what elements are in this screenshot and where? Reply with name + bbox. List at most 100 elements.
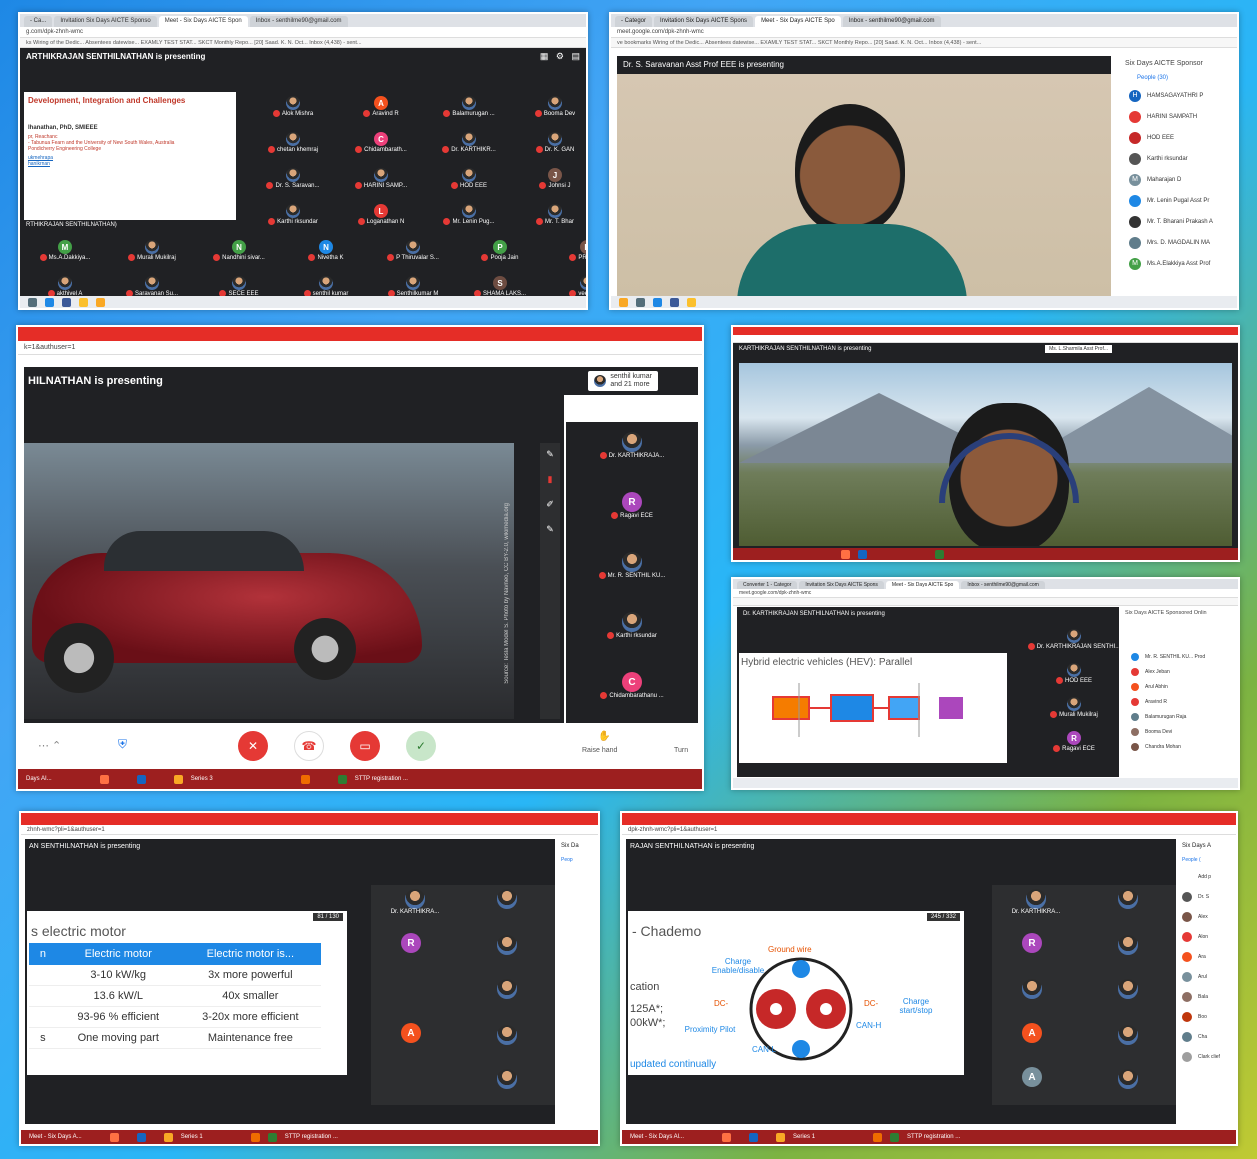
people-list-item[interactable]: Alon — [1178, 927, 1236, 947]
excel-icon[interactable] — [890, 1132, 900, 1142]
raise-hand-label[interactable]: Raise hand — [582, 747, 617, 754]
taskbar-item[interactable]: Series 1 — [181, 1134, 203, 1140]
tab-active[interactable]: Meet - Six Days AICTE Spo — [885, 581, 960, 589]
people-list-item[interactable]: Mr. Lenin Pugal Asst Pr — [1119, 190, 1237, 211]
people-list-item[interactable]: Mr. T. Bharani Prakash A — [1119, 211, 1237, 232]
people-list-item[interactable]: H HAMSAGAYATHRI P — [1119, 85, 1237, 106]
address-bar[interactable]: dpk-zhnh-wmc?pli=1&authuser=1 — [622, 825, 1236, 835]
address-bar[interactable]: meet.google.com/dpk-zhnh-wmc — [733, 589, 1238, 598]
present-button[interactable]: ✓ — [406, 731, 436, 761]
people-list-item[interactable]: Boo — [1178, 1007, 1236, 1027]
tab[interactable]: Inbox - senthilme90@gmail.com — [842, 16, 941, 27]
tab[interactable]: Inbox - senthilme90@gmail.com — [249, 16, 348, 27]
people-tab[interactable]: People (30) — [1119, 71, 1237, 85]
people-list-item[interactable]: Arul — [1178, 967, 1236, 987]
people-list-item[interactable]: Mr. R. SENTHIL KU... Prod — [1121, 649, 1238, 664]
mail-icon[interactable] — [28, 297, 37, 307]
facebook-icon[interactable] — [670, 297, 679, 307]
people-list-item[interactable]: Add p — [1178, 867, 1236, 887]
chrome-icon[interactable] — [687, 297, 696, 307]
taskbar-item[interactable]: Days AI... — [26, 776, 52, 782]
mic-off-button[interactable]: ✕ — [238, 731, 268, 761]
people-tab[interactable]: People ( — [1178, 853, 1236, 867]
laser-icon[interactable]: ✎ — [546, 524, 554, 535]
more-options-icon[interactable]: ⋯ ⌃ — [38, 739, 61, 752]
tab[interactable]: - Categor — [615, 16, 653, 27]
word-icon[interactable] — [136, 1132, 146, 1142]
people-list-item[interactable]: Chandra Mohan — [1121, 739, 1238, 754]
people-list-item[interactable]: Aravind R — [1121, 694, 1238, 709]
people-list-item[interactable]: Dr. S — [1178, 887, 1236, 907]
taskbar-item[interactable]: Series 1 — [793, 1134, 815, 1140]
word-icon[interactable] — [136, 774, 146, 784]
tab[interactable]: Invitation Six Days AICTE Spons — [799, 581, 884, 589]
word-icon[interactable] — [858, 549, 867, 559]
tab-active[interactable]: Meet - Six Days AICTE Spo — [755, 16, 841, 27]
taskbar-item[interactable]: Meet - Six Days A... — [29, 1134, 82, 1140]
folder-icon[interactable] — [619, 297, 628, 307]
firefox-icon[interactable] — [99, 774, 109, 784]
tab-active[interactable]: Meet - Six Days AICTE Spon — [158, 16, 248, 27]
taskbar-item[interactable]: STTP registration ... — [355, 776, 408, 782]
camera-off-button[interactable]: ▭ — [350, 731, 380, 761]
tab[interactable]: Converter 1 - Categor — [737, 581, 798, 589]
taskbar-item[interactable]: STTP registration ... — [285, 1134, 338, 1140]
people-list-item[interactable]: M Ms.A.Elakkiya Asst Prof — [1119, 253, 1237, 274]
matlab-icon[interactable] — [873, 1132, 883, 1142]
address-bar[interactable]: k=1&authuser=1 — [18, 341, 702, 355]
people-list-item[interactable]: HARINI SAMPATH — [1119, 106, 1237, 127]
people-list-item[interactable]: Alex Jeban — [1121, 664, 1238, 679]
excel-icon[interactable] — [337, 774, 347, 784]
word-icon[interactable] — [749, 1132, 759, 1142]
matlab-icon[interactable] — [250, 1132, 260, 1142]
people-list-item[interactable]: Booma Devi — [1121, 724, 1238, 739]
address-bar[interactable] — [733, 335, 1238, 343]
folder-icon[interactable] — [776, 1132, 786, 1142]
chrome-icon[interactable] — [79, 297, 88, 307]
people-tab[interactable]: Peop — [557, 853, 598, 867]
firefox-icon[interactable] — [109, 1132, 119, 1142]
highlighter-icon[interactable]: ▮ — [548, 474, 553, 485]
folder-icon[interactable] — [173, 774, 183, 784]
people-list-item[interactable]: M Maharajan D — [1119, 169, 1237, 190]
folder-icon[interactable] — [163, 1132, 173, 1142]
people-list-item[interactable]: Cha — [1178, 1027, 1236, 1047]
people-list-item[interactable]: Karthi rksundar — [1119, 148, 1237, 169]
taskbar-item[interactable]: Meet - Six Days Al... — [630, 1134, 684, 1140]
matlab-icon[interactable] — [300, 774, 310, 784]
people-list-item[interactable]: Arul Abhin — [1121, 679, 1238, 694]
firefox-icon[interactable] — [722, 1132, 732, 1142]
taskbar-item[interactable]: Series 3 — [191, 776, 213, 782]
tab[interactable]: - Ca... — [24, 16, 53, 27]
slide-link[interactable]: hanikrnan — [28, 161, 232, 167]
people-list-item[interactable]: HOD EEE — [1119, 127, 1237, 148]
excel-icon[interactable] — [935, 549, 944, 559]
end-call-button[interactable]: ☎ — [294, 731, 324, 761]
tab[interactable]: Invitation Six Days AICTE Sponso — [54, 16, 157, 27]
address-bar[interactable]: zhnh-wmc?pli=1&authuser=1 — [21, 825, 598, 835]
address-bar[interactable]: meet.google.com/dpk-zhnh-wmc — [611, 27, 1237, 38]
people-list-item[interactable]: Alex — [1178, 907, 1236, 927]
address-bar[interactable]: g.com/dpk-zhnh-wmc — [20, 27, 586, 38]
people-list-item[interactable]: Bala — [1178, 987, 1236, 1007]
people-list-item[interactable]: Balamurugan Raja — [1121, 709, 1238, 724]
shield-icon[interactable]: ⛨ — [118, 737, 127, 752]
excel-icon[interactable] — [267, 1132, 277, 1142]
eraser-icon[interactable]: ✐ — [546, 499, 554, 510]
edge-icon[interactable] — [653, 297, 662, 307]
pen-icon[interactable]: ✎ — [546, 449, 554, 460]
firefox-icon[interactable] — [841, 549, 850, 559]
people-list-item[interactable]: Mrs. D. MAGDALIN MA — [1119, 232, 1237, 253]
folder-icon[interactable] — [96, 297, 105, 307]
layout-icon[interactable]: ▦ ⚙ ▤ — [540, 51, 580, 62]
mail-icon[interactable] — [636, 297, 645, 307]
tab[interactable]: Invitation Six Days AICTE Spons — [654, 16, 754, 27]
people-list-item[interactable]: Clark clief — [1178, 1047, 1236, 1067]
people-list-item[interactable]: Ara — [1178, 947, 1236, 967]
facebook-icon[interactable] — [62, 297, 71, 307]
turn-label[interactable]: Turn — [674, 747, 688, 754]
taskbar-item[interactable]: STTP registration ... — [907, 1134, 960, 1140]
tab[interactable]: Inbox - senthilme90@gmail.com — [961, 581, 1045, 589]
raise-hand-icon[interactable]: ✋ — [598, 731, 610, 742]
edge-icon[interactable] — [45, 297, 54, 307]
